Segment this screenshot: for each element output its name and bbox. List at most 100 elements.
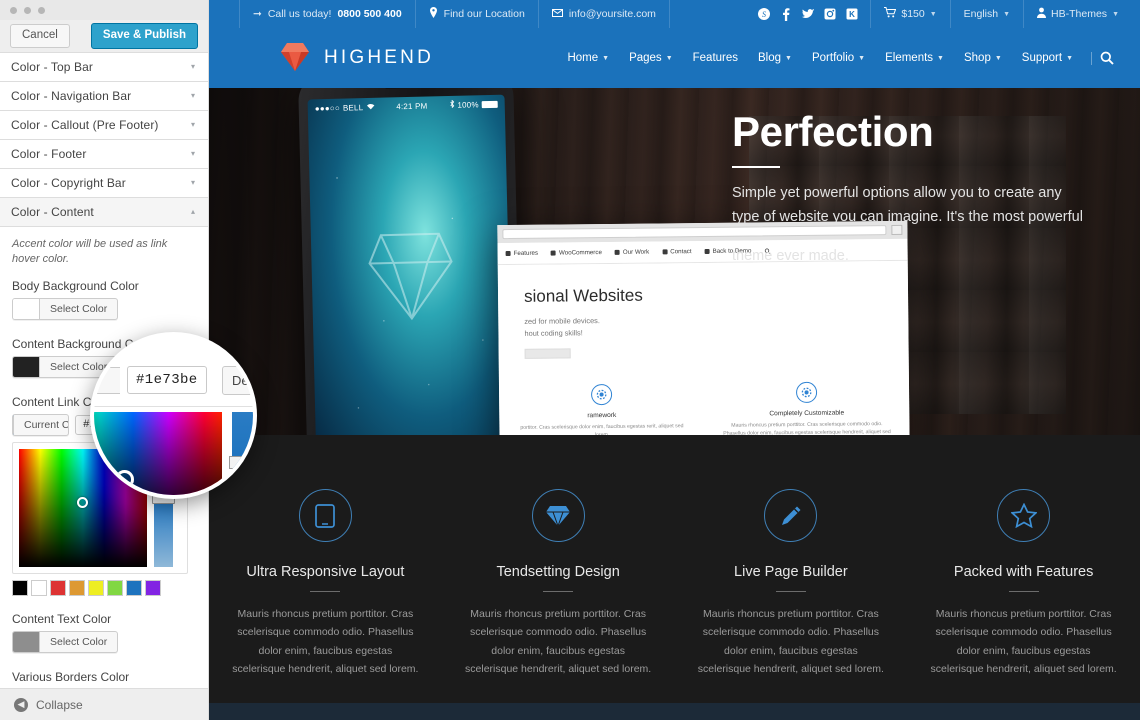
twitter-icon[interactable] [801,8,815,21]
section-color-navigation-bar[interactable]: Color - Navigation Bar ▾ [0,82,208,111]
chevron-down-icon: ▼ [1112,10,1119,18]
browser-feature-framework: ramework portitor. Cras scelerisque dolo… [499,383,705,435]
site-navbar: HIGHEND Home ▼ Pages ▼ Features Blog ▼ P… [209,28,1140,88]
section-color-content[interactable]: Color - Content ▴ [0,198,208,227]
email-label: info@yoursite.com [568,8,656,20]
color-swatch-row [12,579,196,596]
window-close-dot[interactable] [10,6,17,14]
chevron-down-icon: ▼ [937,54,944,62]
browser-feature-customizable: Completely Customizable Mauris rhoncus p… [704,381,910,435]
bluetooth-icon [449,99,454,110]
browser-nav-woocommerce[interactable]: WooCommerce [551,249,602,257]
swatch-blue[interactable] [126,579,142,596]
hero-title: Perfection [732,108,934,155]
collapse-sidebar-button[interactable]: ◀ Collapse [0,688,208,720]
topbar-left-group: ➞ Call us today! 0800 500 400 Find our L… [239,0,670,28]
arrow-right-icon: ➞ [253,8,262,20]
nav-item-home[interactable]: Home ▼ [557,52,619,64]
nav-label: Shop [963,52,991,64]
chevron-down-icon: ▼ [929,10,937,18]
swatch-yellow[interactable] [88,579,104,596]
browser-feature-title: ramework [587,411,617,419]
magnifier-lens: #1e73be Default [90,332,257,499]
svg-text:K: K [849,10,855,19]
nav-label: Support [1021,52,1063,64]
nav-item-blog[interactable]: Blog ▼ [748,52,802,64]
section-color-footer[interactable]: Color - Footer ▾ [0,140,208,169]
topbar-location[interactable]: Find our Location [414,0,538,28]
select-color-label: Select Color [50,302,108,315]
customizer-sections: Color - Top Bar ▾ Color - Navigation Bar… [0,53,208,227]
window-maximize-dot[interactable] [38,6,45,14]
browser-feature-title: Completely Customizable [769,409,845,418]
feature-ultra-responsive-layout: Ultra Responsive Layout Mauris rhoncus p… [209,489,442,679]
footer-strip [209,703,1140,720]
swatch-green[interactable] [107,579,123,596]
magnified-hex-input: #1e73be [127,366,207,394]
nav-item-pages[interactable]: Pages ▼ [619,52,683,64]
pencil-icon [764,489,818,542]
browser-nav-contact[interactable]: Contact [662,248,692,255]
magnified-saturation-field [94,412,222,495]
vk-icon[interactable]: K [845,8,858,21]
section-label: Color - Copyright Bar [11,176,126,190]
swatch-black[interactable] [12,579,28,596]
customizer-actions: Cancel Save & Publish [0,20,208,53]
topbar-language[interactable]: English ▼ [949,0,1023,28]
menu-divider [1091,51,1092,65]
chevron-down-icon: ▼ [858,54,866,62]
topbar-email[interactable]: info@yoursite.com [537,0,670,28]
skype-icon[interactable]: S [757,8,770,21]
window-minimize-dot[interactable] [24,6,31,14]
shopping-cart-icon [884,7,897,21]
save-publish-button[interactable]: Save & Publish [90,23,198,49]
hero-subtitle: Simple yet powerful options allow you to… [732,185,1083,226]
section-color-callout[interactable]: Color - Callout (Pre Footer) ▾ [0,111,208,140]
swatch-white[interactable] [31,579,47,596]
feature-title: Tendsetting Design [496,564,620,580]
nav-item-portfolio[interactable]: Portfolio ▼ [802,52,875,64]
features-section: Ultra Responsive Layout Mauris rhoncus p… [209,455,1140,703]
topbar-account[interactable]: HB-Themes ▼ [1023,0,1132,28]
chevron-down-icon: ▾ [190,178,195,187]
browser-nav-features[interactable]: Features [505,250,538,257]
content-text-color-button[interactable]: Select Color [12,630,119,653]
browser-nav-our-work[interactable]: Our Work [614,249,649,256]
facebook-icon[interactable] [779,7,792,21]
swatch-purple[interactable] [145,579,161,596]
swatch-red[interactable] [50,579,66,596]
envelope-icon [551,8,563,20]
nav-item-elements[interactable]: Elements ▼ [875,52,954,64]
svg-text:S: S [762,10,766,19]
diamond-logo-icon [279,40,311,77]
browser-feature-body: portitor. Cras scelerisque dolor enim, f… [520,422,684,435]
section-label: Color - Top Bar [11,60,93,74]
accent-help-note: Accent color will be used as link hover … [12,238,168,265]
browser-cta-button[interactable] [524,348,571,359]
feature-divider [1008,591,1039,592]
hero-cta-button[interactable]: GET YOURS TODAY [732,287,898,322]
feature-body: Mauris rhoncus pretium porttitor. Cras s… [930,608,1117,676]
instagram-icon[interactable] [823,8,836,21]
search-icon[interactable] [1100,51,1118,65]
nav-item-support[interactable]: Support ▼ [1012,52,1083,64]
nav-item-features[interactable]: Features [683,52,748,64]
carrier-label: BELL [342,102,364,113]
cancel-button[interactable]: Cancel [10,24,70,48]
magnified-saturation-handle-b [115,470,134,489]
phone-prefix-label: Call us today! [267,8,332,20]
content-link-color-button[interactable]: Current Color [12,413,70,436]
site-brand[interactable]: HIGHEND [279,40,434,77]
topbar-cart[interactable]: $150 ▼ [870,0,949,28]
section-color-top-bar[interactable]: Color - Top Bar ▾ [0,53,208,82]
topbar-phone[interactable]: ➞ Call us today! 0800 500 400 [239,0,415,28]
control-label: Various Borders Color [12,669,130,684]
topbar-right-group: S K $150 ▼ English ▼ HB-Themes ▼ [757,0,1132,28]
magnified-picker-panel [94,406,253,495]
body-background-color-button[interactable]: Select Color [12,297,119,320]
saturation-handle[interactable] [77,496,88,508]
swatch-orange[interactable] [69,579,85,596]
magnified-default-button: Default [222,366,253,395]
nav-item-shop[interactable]: Shop ▼ [954,52,1012,64]
section-color-copyright-bar[interactable]: Color - Copyright Bar ▾ [0,169,208,198]
